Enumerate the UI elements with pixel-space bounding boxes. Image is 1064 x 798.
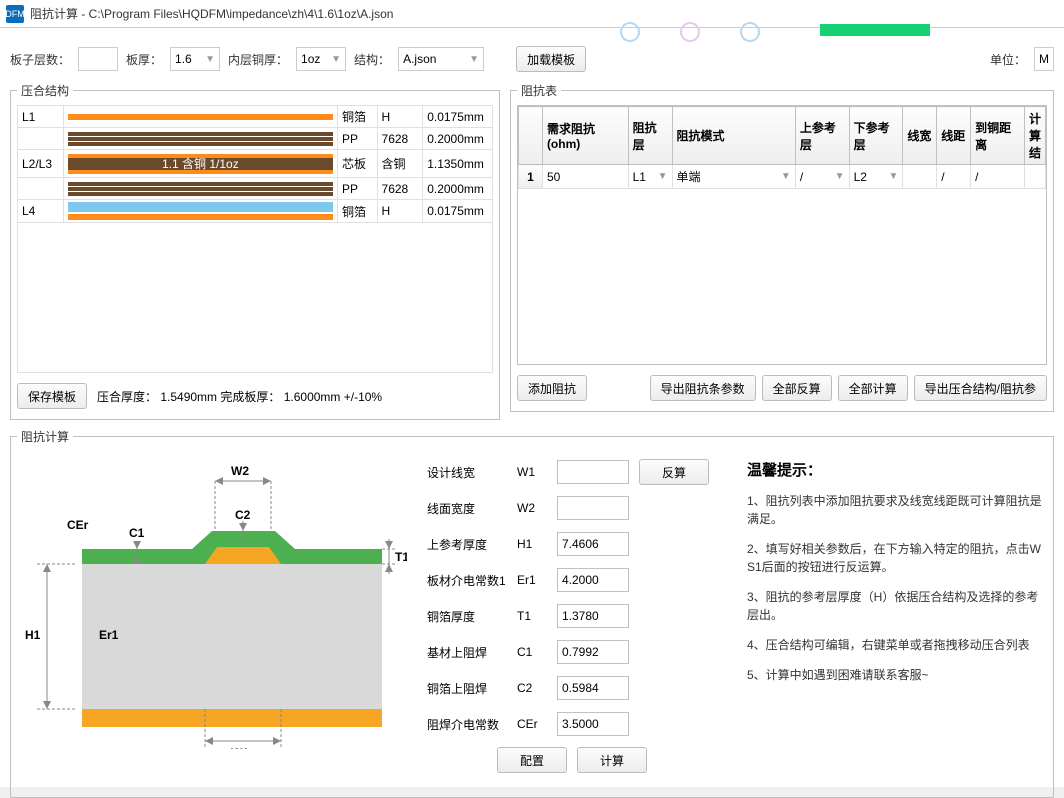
inner-copper-select[interactable]: 1oz▼ — [296, 47, 346, 71]
stackup-table[interactable]: L1 铜箔 H 0.0175mm PP 7628 0.2000mm — [17, 105, 493, 223]
thickness-label: 板厚： — [126, 51, 162, 68]
tip-item: 2、填写好相关参数后，在下方输入特定的阻抗，点击W S1后面的按钮进行反运算。 — [747, 540, 1047, 576]
add-impedance-button[interactable]: 添加阻抗 — [517, 375, 587, 401]
impedance-diagram: H1 Er1 — [17, 459, 407, 749]
export-stackup-button[interactable]: 导出压合结构/阻抗参 — [914, 375, 1047, 401]
calc-legend: 阻抗计算 — [17, 428, 73, 445]
calc-all-button[interactable]: 全部计算 — [838, 375, 908, 401]
export-impedance-params-button[interactable]: 导出阻抗条参数 — [650, 375, 756, 401]
svg-text:T1: T1 — [395, 550, 407, 564]
calc-fieldset: 阻抗计算 H1 Er1 — [10, 428, 1054, 798]
config-button[interactable]: 配置 — [497, 747, 567, 773]
w1-input[interactable] — [557, 460, 629, 484]
layers-label: 板子层数： — [10, 51, 70, 68]
layers-input[interactable] — [78, 47, 118, 71]
tip-item: 4、压合结构可编辑，右键菜单或者拖拽移动压合列表 — [747, 636, 1047, 654]
table-row: PP 7628 0.2000mm — [18, 178, 493, 200]
table-row: PP 7628 0.2000mm — [18, 128, 493, 150]
table-row: 1 50 L1▼ 单端▼ /▼ L2▼ / / — [519, 165, 1046, 189]
tips-title: 温馨提示： — [747, 459, 1047, 480]
svg-text:C1: C1 — [129, 526, 145, 540]
chevron-down-icon: ▼ — [469, 54, 479, 65]
impedance-legend: 阻抗表 — [517, 82, 561, 99]
table-row: L4 铜箔 H 0.0175mm — [18, 200, 493, 223]
tip-item: 3、阻抗的参考层厚度（H）依据压合结构及选择的参考层出。 — [747, 588, 1047, 624]
params-area: 设计线宽 W1 反算 线面宽度 W2 上参考厚度 H1 板材介电常数1 — [427, 459, 717, 773]
svg-text:W2: W2 — [231, 464, 249, 478]
svg-text:CEr: CEr — [67, 518, 89, 532]
inner-copper-label: 内层铜厚： — [228, 51, 288, 68]
svg-text:Er1: Er1 — [99, 628, 119, 642]
chevron-down-icon[interactable]: ▼ — [888, 171, 898, 182]
app-icon: DFM — [6, 5, 24, 23]
c2-input[interactable] — [557, 676, 629, 700]
chevron-down-icon: ▼ — [331, 54, 341, 65]
er1-input[interactable] — [557, 568, 629, 592]
stackup-fieldset: 压合结构 L1 铜箔 H 0.0175mm PP 7628 0.200 — [10, 82, 500, 420]
save-template-button[interactable]: 保存模板 — [17, 383, 87, 409]
table-row: L2/L3 1.1 含铜 1/1oz 芯板 含铜 1.1350mm — [18, 150, 493, 178]
chevron-down-icon[interactable]: ▼ — [781, 171, 791, 182]
tip-item: 1、阻抗列表中添加阻抗要求及线宽线距既可计算阻抗是满足。 — [747, 492, 1047, 528]
table-row: L1 铜箔 H 0.0175mm — [18, 106, 493, 128]
thickness-select[interactable]: 1.6▼ — [170, 47, 220, 71]
c1-input[interactable] — [557, 640, 629, 664]
svg-text:H1: H1 — [25, 628, 41, 642]
window-title: 阻抗计算 - C:\Program Files\HQDFM\impedance\… — [30, 5, 393, 22]
chevron-down-icon[interactable]: ▼ — [658, 171, 668, 182]
impedance-fieldset: 阻抗表 需求阻抗(ohm) 阻抗层 阻抗模式 上参考层 下参考层 线宽 线距 到 — [510, 82, 1054, 412]
calc-button[interactable]: 计算 — [577, 747, 647, 773]
svg-text:C2: C2 — [235, 508, 251, 522]
invert-all-button[interactable]: 全部反算 — [762, 375, 832, 401]
structure-label: 结构： — [354, 51, 390, 68]
t1-input[interactable] — [557, 604, 629, 628]
unit-select[interactable]: M — [1034, 47, 1054, 71]
stackup-legend: 压合结构 — [17, 82, 73, 99]
top-controls: 板子层数： 板厚： 1.6▼ 内层铜厚： 1oz▼ 结构： A.json▼ 加载… — [10, 46, 1054, 72]
load-template-button[interactable]: 加载模板 — [516, 46, 586, 72]
chevron-down-icon: ▼ — [205, 54, 215, 65]
chevron-down-icon[interactable]: ▼ — [835, 171, 845, 182]
tip-item: 5、计算中如遇到困难请联系客服~ — [747, 666, 1047, 684]
cer-input[interactable] — [557, 712, 629, 736]
decor-bar — [0, 28, 1064, 36]
svg-text:W1: W1 — [231, 746, 249, 749]
tips-area: 温馨提示： 1、阻抗列表中添加阻抗要求及线宽线距既可计算阻抗是满足。 2、填写好… — [737, 459, 1047, 773]
invert-button[interactable]: 反算 — [639, 459, 709, 485]
w2-input[interactable] — [557, 496, 629, 520]
stackup-footer-text: 压合厚度： 1.5490mm 完成板厚： 1.6000mm +/-10% — [97, 388, 382, 405]
impedance-table[interactable]: 需求阻抗(ohm) 阻抗层 阻抗模式 上参考层 下参考层 线宽 线距 到铜距离 … — [518, 106, 1046, 189]
h1-input[interactable] — [557, 532, 629, 556]
structure-select[interactable]: A.json▼ — [398, 47, 484, 71]
unit-label: 单位： — [990, 51, 1026, 68]
